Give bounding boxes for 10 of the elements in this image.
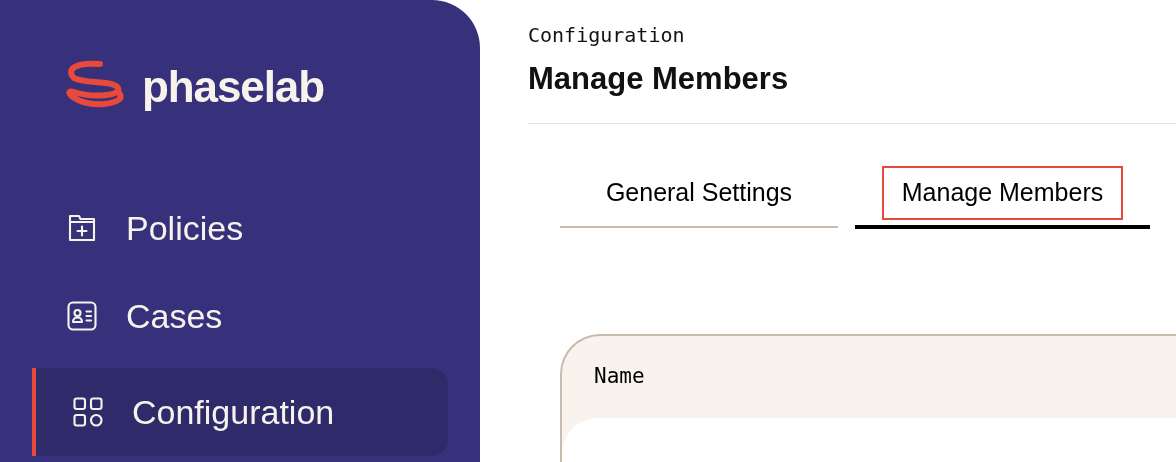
contact-card-icon <box>64 298 100 334</box>
page-title: Manage Members <box>528 60 790 98</box>
breadcrumb: Configuration <box>528 22 686 48</box>
grid-icon <box>70 394 106 430</box>
logo-text: phaselab <box>142 65 324 109</box>
nav-item[interactable]: Configuration <box>32 368 448 456</box>
tab[interactable]: General Settings <box>560 166 838 228</box>
nav-item[interactable]: Cases <box>32 280 448 352</box>
nav-item[interactable]: Policies <box>32 192 448 264</box>
column-header: Name <box>594 363 645 391</box>
